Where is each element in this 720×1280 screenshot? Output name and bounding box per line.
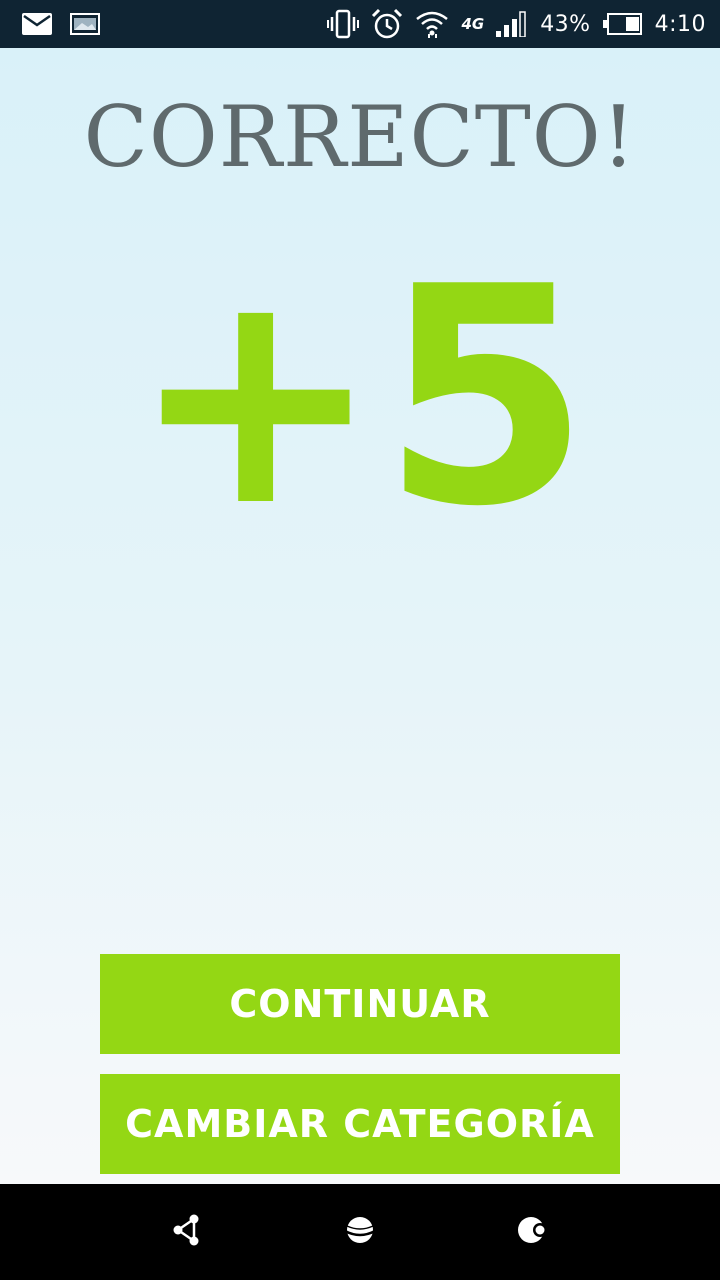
change-category-button[interactable]: CAMBIAR CATEGORÍA — [100, 1074, 620, 1174]
navigation-bar — [0, 1184, 720, 1280]
continue-button[interactable]: CONTINUAR — [100, 954, 620, 1054]
signal-icon — [496, 11, 528, 37]
share-nodes-button[interactable] — [157, 1202, 217, 1262]
moon-icon — [516, 1213, 550, 1251]
score-points: +5 — [129, 223, 591, 572]
vibrate-icon — [327, 9, 360, 39]
network-4g-icon: 4G — [461, 15, 485, 33]
planet-button[interactable] — [330, 1202, 390, 1262]
battery-percent: 43% — [540, 11, 591, 37]
mail-icon — [22, 13, 52, 35]
wifi-icon — [415, 9, 449, 39]
clock: 4:10 — [654, 11, 706, 37]
status-left — [22, 13, 100, 35]
share-nodes-icon — [170, 1213, 204, 1251]
battery-icon — [602, 12, 643, 36]
planet-icon — [342, 1215, 378, 1249]
status-bar: 4G 43% 4:10 — [0, 0, 720, 48]
status-right: 4G 43% 4:10 — [327, 8, 706, 40]
alarm-icon — [371, 8, 403, 40]
moon-button[interactable] — [503, 1202, 563, 1262]
result-title: CORRECTO! — [83, 88, 637, 186]
main-content: CORRECTO! +5 CONTINUAR CAMBIAR CATEGORÍA — [0, 48, 720, 1184]
image-icon — [70, 13, 100, 35]
